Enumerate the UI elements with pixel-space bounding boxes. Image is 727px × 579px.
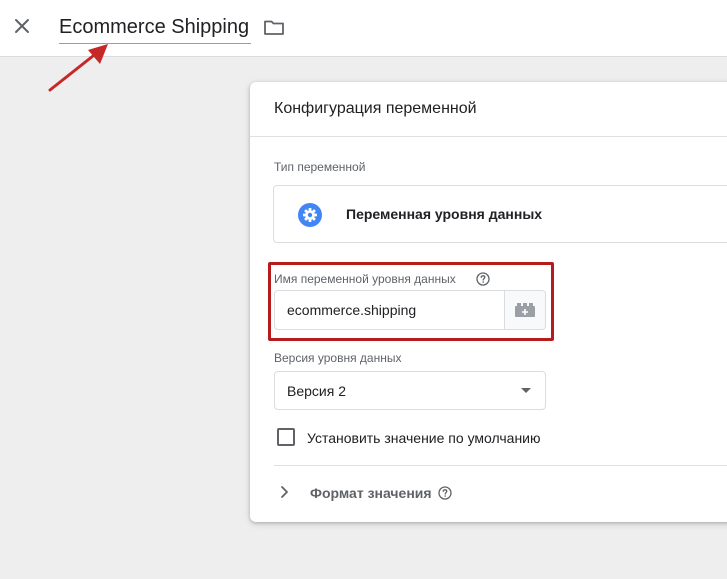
insert-variable-button[interactable] (504, 291, 545, 329)
variable-type-label: Тип переменной (274, 160, 366, 174)
folder-button[interactable] (262, 15, 286, 39)
format-value-label: Формат значения (310, 485, 432, 501)
folder-icon (264, 20, 284, 35)
variable-type-selector[interactable]: Переменная уровня данных (273, 185, 727, 243)
gear-icon (298, 203, 322, 227)
data-layer-version-label: Версия уровня данных (274, 351, 402, 365)
data-layer-version-select[interactable]: Версия 2 (274, 371, 546, 410)
card-title: Конфигурация переменной (274, 100, 477, 117)
variable-title[interactable]: Ecommerce Shipping (59, 14, 249, 40)
help-icon[interactable] (438, 486, 452, 500)
help-icon[interactable] (476, 272, 490, 286)
data-layer-version-value: Версия 2 (287, 383, 346, 399)
close-button[interactable] (10, 14, 34, 38)
variable-picker-icon (515, 303, 535, 317)
chevron-right-icon (281, 486, 288, 498)
variable-name-field (274, 290, 546, 330)
variable-type-value: Переменная уровня данных (346, 206, 543, 222)
default-value-label[interactable]: Установить значение по умолчанию (307, 429, 541, 447)
card-header: Конфигурация переменной (250, 82, 727, 137)
default-value-checkbox[interactable] (277, 428, 295, 446)
format-value-toggle[interactable]: Формат значения (274, 480, 574, 504)
chevron-down-icon (521, 388, 531, 393)
variable-name-input[interactable] (275, 291, 504, 329)
variable-config-card: Конфигурация переменной Тип переменной П… (250, 82, 727, 522)
annotation-arrow-icon (48, 44, 108, 92)
close-icon (15, 19, 29, 33)
variable-name-label: Имя переменной уровня данных (274, 272, 456, 286)
section-divider (274, 465, 727, 466)
